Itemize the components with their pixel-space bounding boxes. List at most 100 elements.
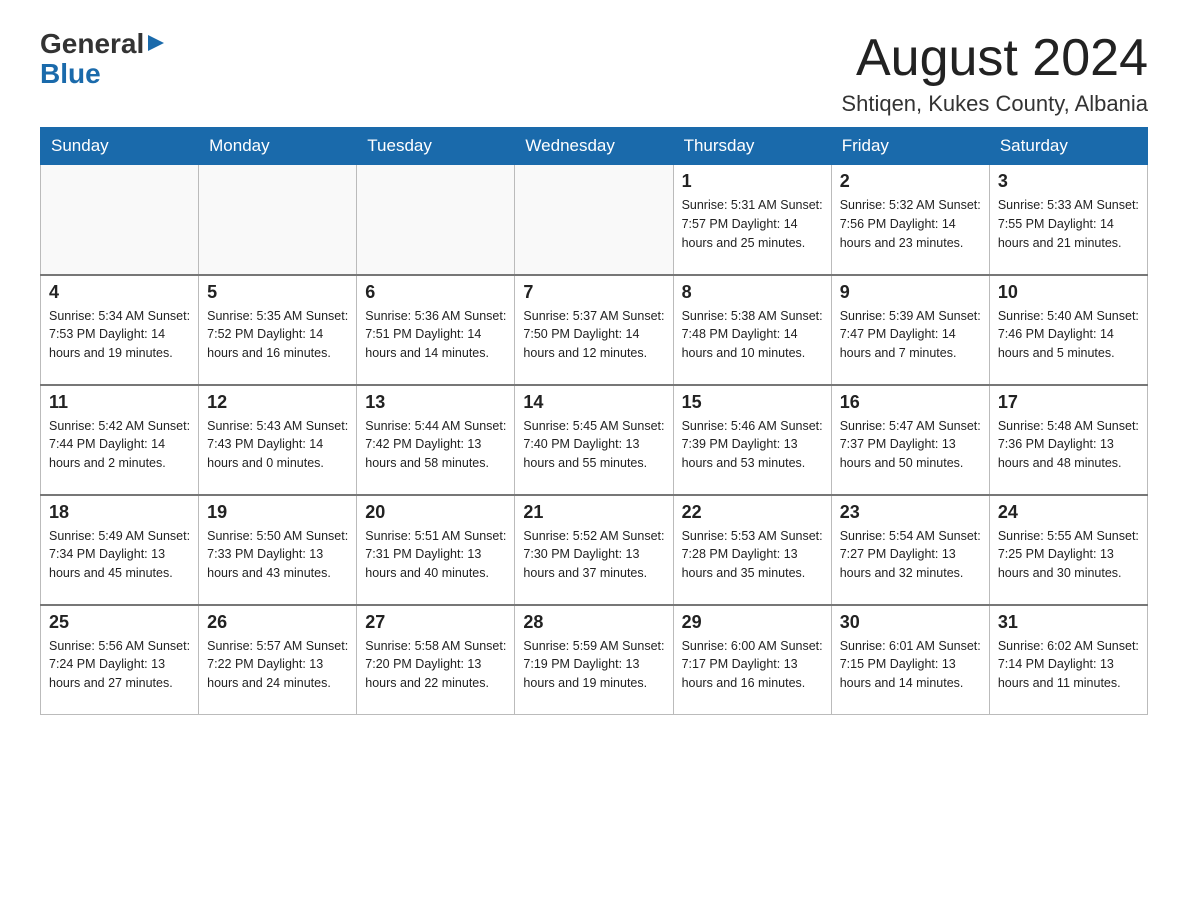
calendar-cell: 12 Sunrise: 5:43 AM Sunset: 7:43 PM Dayli… [199,385,357,495]
day-number: 31 [998,612,1139,633]
page-header: General Blue August 2024 Shtiqen, Kukes … [40,30,1148,117]
day-info: Sunrise: 5:56 AM Sunset: 7:24 PM Dayligh… [49,637,190,693]
calendar-cell: 17 Sunrise: 5:48 AM Sunset: 7:36 PM Dayli… [989,385,1147,495]
day-info: Sunrise: 5:35 AM Sunset: 7:52 PM Dayligh… [207,307,348,363]
day-info: Sunrise: 5:32 AM Sunset: 7:56 PM Dayligh… [840,196,981,252]
day-info: Sunrise: 5:43 AM Sunset: 7:43 PM Dayligh… [207,417,348,473]
calendar-cell: 21 Sunrise: 5:52 AM Sunset: 7:30 PM Dayli… [515,495,673,605]
calendar-cell: 3 Sunrise: 5:33 AM Sunset: 7:55 PM Daylig… [989,165,1147,275]
day-info: Sunrise: 5:51 AM Sunset: 7:31 PM Dayligh… [365,527,506,583]
day-number: 7 [523,282,664,303]
day-number: 3 [998,171,1139,192]
day-number: 6 [365,282,506,303]
weekday-header-sunday: Sunday [41,128,199,165]
day-number: 1 [682,171,823,192]
day-info: Sunrise: 6:01 AM Sunset: 7:15 PM Dayligh… [840,637,981,693]
calendar-week-row: 4 Sunrise: 5:34 AM Sunset: 7:53 PM Daylig… [41,275,1148,385]
calendar-cell: 14Sunrise: 5:45 AM Sunset: 7:40 PM Dayli… [515,385,673,495]
day-number: 28 [523,612,664,633]
calendar-cell [357,165,515,275]
logo: General Blue [40,30,166,90]
calendar-cell: 13 Sunrise: 5:44 AM Sunset: 7:42 PM Dayli… [357,385,515,495]
day-number: 14 [523,392,664,413]
day-info: Sunrise: 5:36 AM Sunset: 7:51 PM Dayligh… [365,307,506,363]
calendar-cell: 10Sunrise: 5:40 AM Sunset: 7:46 PM Dayli… [989,275,1147,385]
day-info: Sunrise: 5:49 AM Sunset: 7:34 PM Dayligh… [49,527,190,583]
logo-blue: Blue [40,58,101,89]
calendar-cell: 18 Sunrise: 5:49 AM Sunset: 7:34 PM Dayli… [41,495,199,605]
calendar-cell: 9 Sunrise: 5:39 AM Sunset: 7:47 PM Daylig… [831,275,989,385]
weekday-header-tuesday: Tuesday [357,128,515,165]
day-number: 30 [840,612,981,633]
calendar-cell: 4 Sunrise: 5:34 AM Sunset: 7:53 PM Daylig… [41,275,199,385]
day-info: Sunrise: 5:58 AM Sunset: 7:20 PM Dayligh… [365,637,506,693]
logo-arrow-icon [146,33,166,53]
day-info: Sunrise: 5:54 AM Sunset: 7:27 PM Dayligh… [840,527,981,583]
day-info: Sunrise: 5:38 AM Sunset: 7:48 PM Dayligh… [682,307,823,363]
calendar-week-row: 11Sunrise: 5:42 AM Sunset: 7:44 PM Dayli… [41,385,1148,495]
day-number: 24 [998,502,1139,523]
day-number: 8 [682,282,823,303]
day-info: Sunrise: 5:59 AM Sunset: 7:19 PM Dayligh… [523,637,664,693]
day-number: 27 [365,612,506,633]
day-info: Sunrise: 5:39 AM Sunset: 7:47 PM Dayligh… [840,307,981,363]
title-block: August 2024 Shtiqen, Kukes County, Alban… [841,30,1148,117]
calendar-cell: 8 Sunrise: 5:38 AM Sunset: 7:48 PM Daylig… [673,275,831,385]
calendar-cell: 7Sunrise: 5:37 AM Sunset: 7:50 PM Daylig… [515,275,673,385]
calendar-cell: 20 Sunrise: 5:51 AM Sunset: 7:31 PM Dayli… [357,495,515,605]
day-info: Sunrise: 5:33 AM Sunset: 7:55 PM Dayligh… [998,196,1139,252]
calendar-cell: 28 Sunrise: 5:59 AM Sunset: 7:19 PM Dayli… [515,605,673,715]
day-number: 23 [840,502,981,523]
calendar-cell: 15 Sunrise: 5:46 AM Sunset: 7:39 PM Dayli… [673,385,831,495]
calendar-cell: 30 Sunrise: 6:01 AM Sunset: 7:15 PM Dayli… [831,605,989,715]
calendar-week-row: 25Sunrise: 5:56 AM Sunset: 7:24 PM Dayli… [41,605,1148,715]
calendar-cell: 27 Sunrise: 5:58 AM Sunset: 7:20 PM Dayli… [357,605,515,715]
day-info: Sunrise: 5:44 AM Sunset: 7:42 PM Dayligh… [365,417,506,473]
day-number: 2 [840,171,981,192]
month-title: August 2024 [841,30,1148,87]
day-number: 5 [207,282,348,303]
day-number: 17 [998,392,1139,413]
day-info: Sunrise: 5:52 AM Sunset: 7:30 PM Dayligh… [523,527,664,583]
day-info: Sunrise: 5:50 AM Sunset: 7:33 PM Dayligh… [207,527,348,583]
calendar-cell: 22Sunrise: 5:53 AM Sunset: 7:28 PM Dayli… [673,495,831,605]
day-number: 13 [365,392,506,413]
weekday-header-friday: Friday [831,128,989,165]
day-info: Sunrise: 5:47 AM Sunset: 7:37 PM Dayligh… [840,417,981,473]
day-number: 16 [840,392,981,413]
day-info: Sunrise: 5:31 AM Sunset: 7:57 PM Dayligh… [682,196,823,252]
calendar-cell: 25Sunrise: 5:56 AM Sunset: 7:24 PM Dayli… [41,605,199,715]
day-number: 19 [207,502,348,523]
day-number: 4 [49,282,190,303]
day-number: 18 [49,502,190,523]
weekday-header-saturday: Saturday [989,128,1147,165]
day-number: 15 [682,392,823,413]
calendar-cell: 29Sunrise: 6:00 AM Sunset: 7:17 PM Dayli… [673,605,831,715]
weekday-header-thursday: Thursday [673,128,831,165]
day-number: 20 [365,502,506,523]
calendar-cell: 11Sunrise: 5:42 AM Sunset: 7:44 PM Dayli… [41,385,199,495]
day-info: Sunrise: 6:02 AM Sunset: 7:14 PM Dayligh… [998,637,1139,693]
calendar-cell: 1 Sunrise: 5:31 AM Sunset: 7:57 PM Daylig… [673,165,831,275]
calendar-cell [515,165,673,275]
calendar-cell: 31 Sunrise: 6:02 AM Sunset: 7:14 PM Dayli… [989,605,1147,715]
day-info: Sunrise: 5:48 AM Sunset: 7:36 PM Dayligh… [998,417,1139,473]
calendar-cell [199,165,357,275]
day-info: Sunrise: 5:53 AM Sunset: 7:28 PM Dayligh… [682,527,823,583]
day-number: 12 [207,392,348,413]
day-info: Sunrise: 5:57 AM Sunset: 7:22 PM Dayligh… [207,637,348,693]
weekday-header-wednesday: Wednesday [515,128,673,165]
calendar-cell: 6 Sunrise: 5:36 AM Sunset: 7:51 PM Daylig… [357,275,515,385]
calendar-week-row: 1 Sunrise: 5:31 AM Sunset: 7:57 PM Daylig… [41,165,1148,275]
day-info: Sunrise: 5:42 AM Sunset: 7:44 PM Dayligh… [49,417,190,473]
day-number: 9 [840,282,981,303]
calendar-cell: 19 Sunrise: 5:50 AM Sunset: 7:33 PM Dayli… [199,495,357,605]
day-info: Sunrise: 5:46 AM Sunset: 7:39 PM Dayligh… [682,417,823,473]
day-info: Sunrise: 5:55 AM Sunset: 7:25 PM Dayligh… [998,527,1139,583]
day-number: 10 [998,282,1139,303]
weekday-header-monday: Monday [199,128,357,165]
calendar-cell: 5 Sunrise: 5:35 AM Sunset: 7:52 PM Daylig… [199,275,357,385]
day-info: Sunrise: 6:00 AM Sunset: 7:17 PM Dayligh… [682,637,823,693]
day-info: Sunrise: 5:34 AM Sunset: 7:53 PM Dayligh… [49,307,190,363]
day-number: 21 [523,502,664,523]
